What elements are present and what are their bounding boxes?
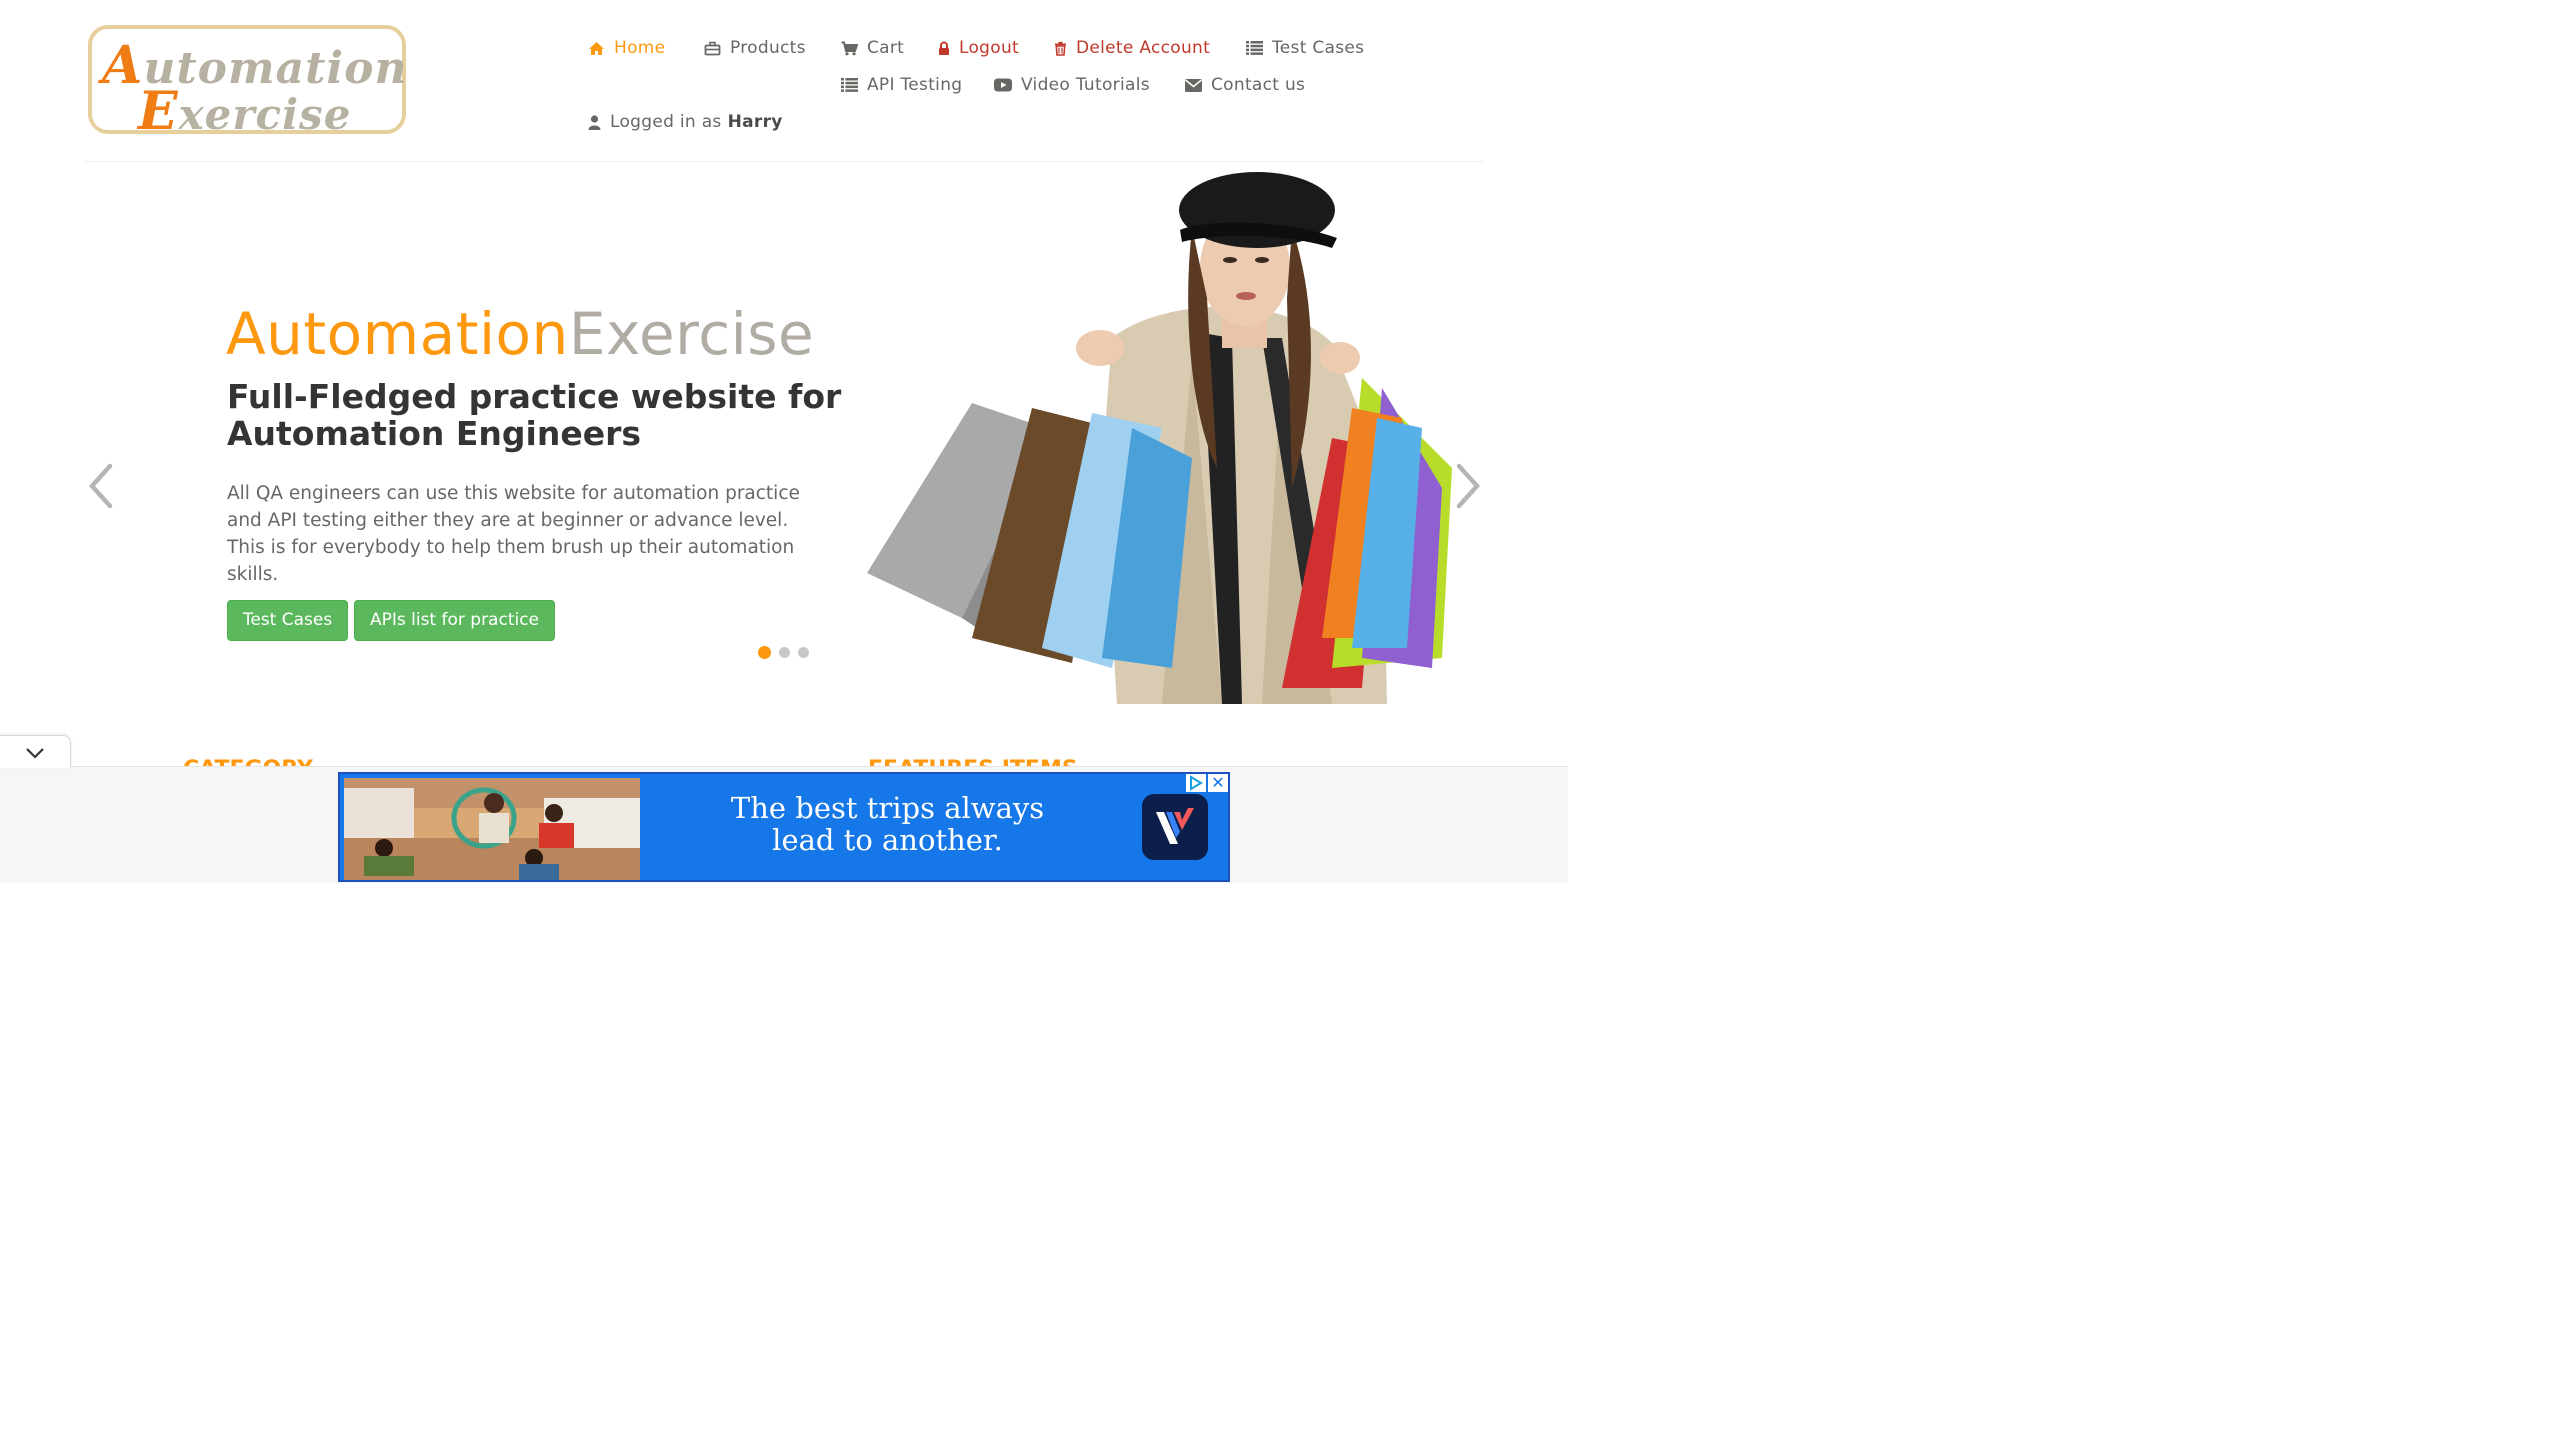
slider-headline: Full-Fledged practice website for Automa… [227, 377, 842, 453]
nav-logout[interactable]: Logout [938, 38, 1019, 58]
ad-tagline: The best trips always lead to another. [730, 791, 1045, 857]
shopping-cart-icon [841, 41, 858, 55]
nav-api-testing[interactable]: API Testing [841, 75, 962, 95]
envelope-icon [1185, 78, 1202, 92]
vrbo-logo-icon [1156, 808, 1194, 844]
hero-girl-shopping-bags-image [867, 172, 1452, 704]
nav-home[interactable]: Home [588, 38, 665, 58]
home-icon [589, 41, 604, 55]
carousel-indicator-3[interactable] [798, 647, 809, 658]
username: Harry [727, 112, 783, 132]
nav-delete-account[interactable]: Delete Account [1054, 38, 1210, 58]
test-cases-button[interactable]: Test Cases [227, 600, 348, 641]
adchoices-icon[interactable] [1186, 774, 1206, 792]
chevron-down-icon [26, 748, 44, 759]
nav-cart[interactable]: Cart [841, 38, 904, 58]
briefcase-icon [704, 41, 721, 55]
slider-brand-title: AutomationExercise [226, 300, 815, 368]
nav-contact-us[interactable]: Contact us [1185, 75, 1305, 95]
ad-family-photo [344, 778, 640, 880]
logo-line-2: Exercise [138, 81, 352, 142]
logged-in-status: Logged in as Harry [588, 112, 783, 132]
youtube-play-icon [994, 78, 1012, 92]
advertisement-banner[interactable]: The best trips always lead to another. ✕ [338, 772, 1230, 882]
carousel-prev-icon[interactable] [86, 462, 114, 510]
nav-test-cases[interactable]: Test Cases [1246, 38, 1364, 58]
site-logo[interactable]: Automation Exercise [88, 25, 406, 142]
trash-icon [1055, 41, 1066, 56]
carousel-indicator-1[interactable] [758, 646, 771, 659]
lock-icon [939, 41, 949, 55]
apis-list-button[interactable]: APIs list for practice [354, 600, 555, 641]
list-icon [841, 78, 858, 92]
nav-video-tutorials[interactable]: Video Tutorials [994, 75, 1150, 95]
slider-description: All QA engineers can use this website fo… [227, 483, 800, 585]
list-icon [1246, 41, 1263, 55]
ad-collapse-toggle[interactable] [0, 735, 71, 768]
carousel-indicator-2[interactable] [779, 647, 790, 658]
ad-close-button[interactable]: ✕ [1208, 774, 1228, 792]
header-divider [85, 161, 1483, 162]
user-icon [588, 114, 601, 130]
ad-app-logo [1142, 794, 1208, 860]
nav-products[interactable]: Products [704, 38, 806, 58]
